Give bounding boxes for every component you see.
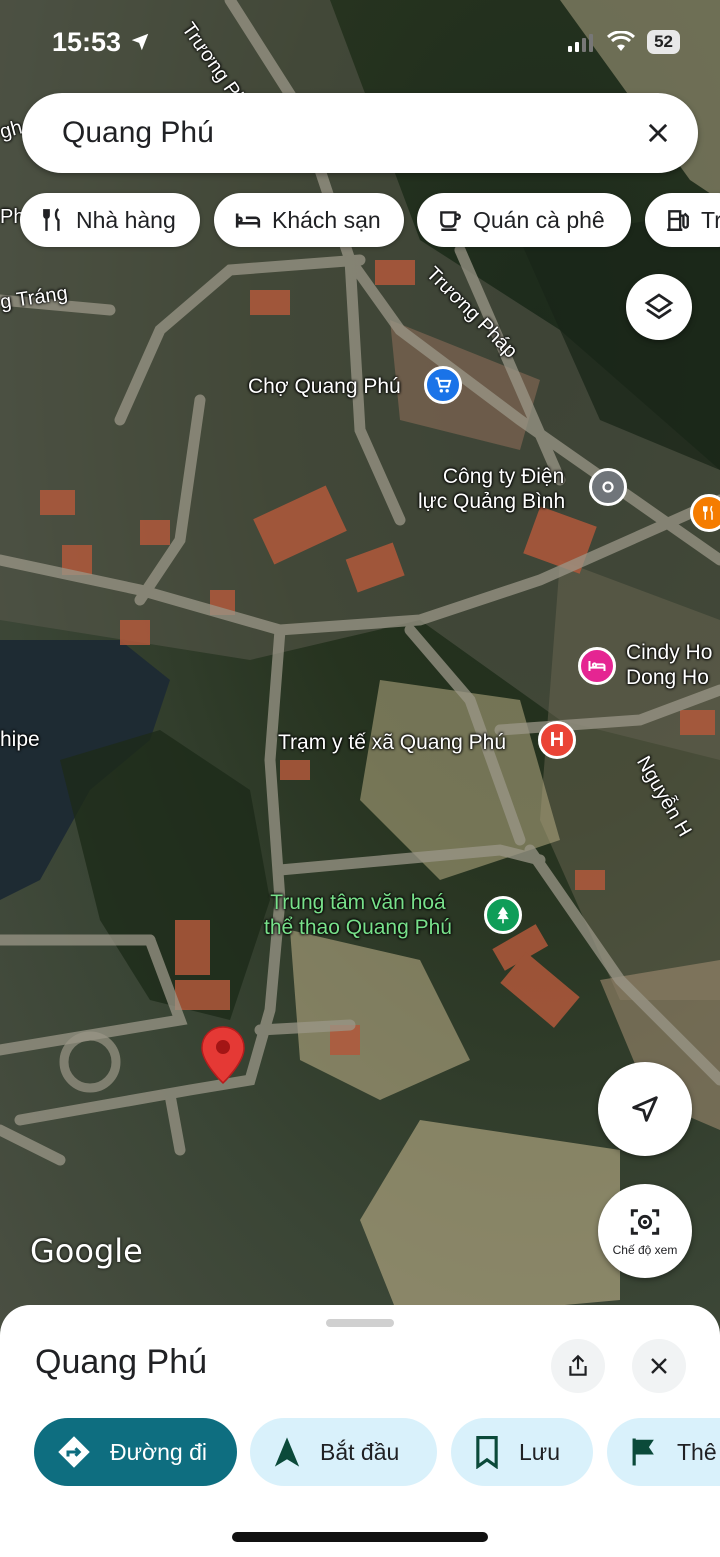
place-title: Quang Phú: [35, 1343, 208, 1381]
chip-label: Nhà hàng: [76, 206, 176, 233]
place-label-line: lực Quảng Bình: [418, 490, 566, 514]
chip-cafes[interactable]: Quán cà phê: [417, 193, 631, 247]
clock-text: 15:53: [52, 26, 122, 57]
battery-indicator: 52: [647, 30, 680, 54]
save-button[interactable]: Lưu: [451, 1418, 593, 1486]
office-pin-icon[interactable]: [589, 468, 627, 506]
camera-scan-icon: [630, 1209, 660, 1235]
shopping-cart-icon[interactable]: [424, 366, 462, 404]
restaurant-icon[interactable]: [690, 494, 720, 532]
close-icon: [651, 1358, 667, 1374]
chip-restaurants[interactable]: Nhà hàng: [20, 193, 200, 247]
action-label: Bắt đầu: [320, 1438, 400, 1465]
status-bar: 15:53 52: [52, 22, 680, 62]
place-label-tram-y-te[interactable]: Trạm y tế xã Quang Phú: [278, 730, 506, 755]
place-label-line: Dong Ho: [626, 666, 709, 690]
chip-label: Quán cà phê: [473, 206, 605, 233]
home-indicator: [232, 1532, 488, 1542]
bookmark-icon: [476, 1436, 498, 1469]
label-button[interactable]: Thê: [607, 1418, 720, 1486]
navigation-arrow-icon: [632, 1096, 658, 1122]
close-icon[interactable]: [644, 119, 672, 147]
coffee-cup-icon: [440, 211, 461, 231]
chip-hotels[interactable]: Khách sạn: [214, 193, 404, 247]
hotel-bed-icon[interactable]: [578, 647, 616, 685]
chip-label: Tr: [701, 206, 720, 233]
google-attribution: Google: [30, 1232, 143, 1270]
navigation-arrow-icon: [274, 1437, 300, 1467]
fork-knife-icon: [43, 208, 60, 231]
place-label-cindy[interactable]: Cindy Ho Dong Ho: [626, 640, 712, 690]
share-icon: [569, 1354, 587, 1376]
area-label: hipe: [0, 728, 40, 751]
hospital-letter: H: [549, 728, 565, 751]
place-label-line: Trung tâm văn hoá: [270, 891, 446, 914]
layers-icon: [644, 293, 674, 320]
status-time: 15:53: [52, 27, 151, 58]
chip-gas[interactable]: Tr: [645, 193, 720, 247]
drag-handle[interactable]: [326, 1319, 394, 1327]
place-label-cho-quang-phu[interactable]: Chợ Quang Phú: [248, 374, 401, 399]
place-label-line: Công ty Điện: [442, 465, 565, 488]
place-label-line: Cindy Ho: [626, 641, 713, 664]
category-chips: Nhà hàng Khách sạn Quán cà phê Tr: [0, 193, 720, 247]
view-mode-label: Chế độ xem: [612, 1243, 678, 1257]
directions-button[interactable]: Đường đi: [34, 1418, 237, 1486]
park-tree-icon[interactable]: [484, 896, 522, 934]
place-label-cong-ty-dien-luc[interactable]: Công ty Điện lực Quảng Bình: [418, 464, 565, 514]
close-sheet-button[interactable]: [632, 1339, 686, 1393]
action-label: Thê: [677, 1438, 717, 1465]
search-bar[interactable]: Quang Phú: [22, 93, 698, 173]
search-input[interactable]: Quang Phú: [62, 116, 644, 150]
location-pin-icon[interactable]: [200, 1025, 246, 1085]
my-location-button[interactable]: [598, 1062, 692, 1156]
directions-icon: [58, 1436, 90, 1468]
share-button[interactable]: [551, 1339, 605, 1393]
location-arrow-icon: [131, 33, 149, 51]
gas-station-icon: [667, 210, 689, 231]
place-sheet[interactable]: Quang Phú Đường đi Bắt đầu Lưu Thê: [0, 1305, 720, 1557]
chip-label: Khách sạn: [272, 206, 381, 233]
hospital-icon[interactable]: H: [538, 721, 576, 759]
view-mode-button[interactable]: Chế độ xem: [598, 1184, 692, 1278]
wifi-icon: [607, 31, 636, 51]
signal-icon: [568, 34, 594, 52]
start-button[interactable]: Bắt đầu: [250, 1418, 437, 1486]
place-label-trung-tam-van-hoa[interactable]: Trung tâm văn hoá thể thao Quang Phú: [264, 890, 452, 940]
action-label: Đường đi: [110, 1438, 207, 1465]
layers-button[interactable]: [626, 274, 692, 340]
place-label-line: thể thao Quang Phú: [264, 916, 452, 940]
bed-icon: [235, 213, 261, 228]
action-label: Lưu: [519, 1438, 560, 1465]
flag-icon: [632, 1438, 654, 1466]
